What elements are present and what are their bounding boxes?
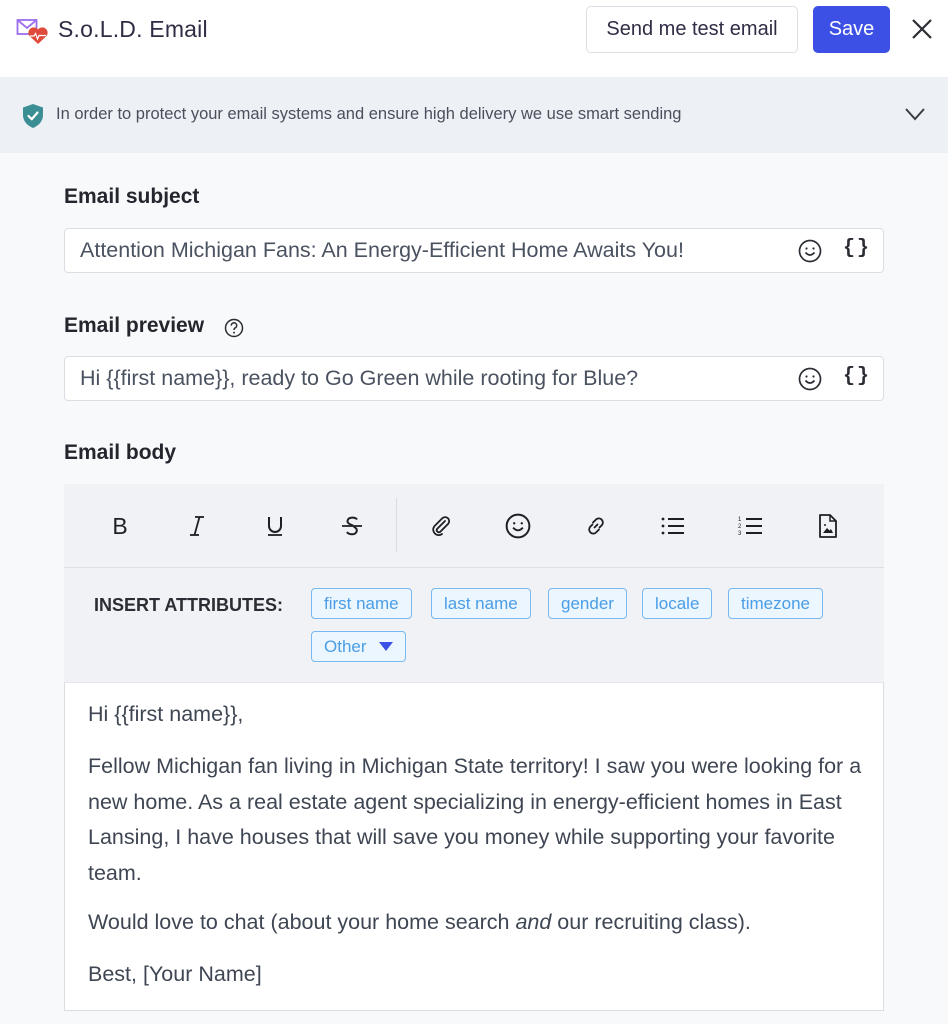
svg-text:1: 1	[738, 517, 742, 523]
body-greeting: Hi {{first name}},	[88, 702, 244, 726]
app-title: S.o.L.D. Email	[58, 16, 208, 42]
body-paragraph-2: Would love to chat (about your home sear…	[88, 905, 863, 941]
bulleted-list-button[interactable]	[659, 512, 687, 540]
image-file-icon	[819, 514, 837, 538]
strikethrough-icon	[342, 516, 362, 536]
body-paragraph-2-text-end: our recruiting class).	[551, 910, 751, 934]
email-body-editor[interactable]: Hi {{first name}}, Fellow Michigan fan l…	[64, 682, 884, 1011]
other-attributes-dropdown[interactable]: Other	[311, 631, 406, 662]
email-subject-label: Email subject	[64, 185, 200, 208]
numbered-list-icon: 123	[738, 517, 762, 537]
caret-down-icon	[378, 642, 393, 651]
header: S.o.L.D. Email Send me test email Save	[0, 0, 948, 77]
body-signoff: Best, [Your Name]	[88, 962, 262, 986]
attribute-chip-timezone[interactable]: timezone	[728, 588, 823, 619]
bold-button[interactable]: B	[106, 512, 134, 540]
smiley-icon	[505, 513, 531, 539]
save-button[interactable]: Save	[813, 6, 890, 53]
image-button[interactable]	[814, 512, 842, 540]
underline-icon	[268, 517, 282, 536]
attachment-button[interactable]	[427, 512, 455, 540]
body-paragraph-1: Fellow Michigan fan living in Michigan S…	[88, 754, 862, 885]
email-preview-field[interactable]: Hi {{first name}}, ready to Go Green whi…	[64, 356, 884, 401]
email-subject-field[interactable]: Attention Michigan Fans: An Energy-Effic…	[64, 228, 884, 273]
body-paragraph-2-italic: and	[515, 910, 552, 934]
editor-toolbar: B 123	[64, 484, 884, 568]
emoji-button[interactable]	[504, 512, 532, 540]
email-body-label: Email body	[64, 441, 177, 464]
email-subject-input[interactable]: Attention Michigan Fans: An Energy-Effic…	[80, 238, 684, 263]
insert-attributes-label: INSERT ATTRIBUTES:	[94, 595, 283, 615]
link-icon	[588, 517, 604, 535]
svg-text:2: 2	[738, 524, 742, 530]
insert-attributes-bar: INSERT ATTRIBUTES: first name last name …	[64, 568, 884, 682]
italic-button[interactable]	[183, 512, 211, 540]
smiley-icon[interactable]	[798, 367, 822, 391]
paperclip-icon	[432, 516, 451, 536]
chevron-down-icon[interactable]	[903, 105, 927, 123]
bold-icon: B	[112, 512, 128, 539]
insert-variable-button[interactable]: {}	[843, 365, 871, 388]
send-test-email-button[interactable]: Send me test email	[586, 6, 798, 53]
attribute-chip-gender[interactable]: gender	[548, 588, 627, 619]
link-button[interactable]	[582, 512, 610, 540]
close-icon[interactable]	[908, 14, 936, 44]
strikethrough-button[interactable]	[338, 512, 366, 540]
bulleted-list-icon	[661, 517, 684, 535]
attribute-chip-first-name[interactable]: first name	[311, 588, 412, 619]
attribute-chip-locale[interactable]: locale	[642, 588, 713, 619]
banner-text: In order to protect your email systems a…	[56, 105, 682, 123]
email-preview-label: Email preview	[64, 314, 205, 337]
smiley-icon[interactable]	[798, 239, 822, 263]
email-preview-input[interactable]: Hi {{first name}}, ready to Go Green whi…	[80, 366, 638, 391]
attribute-chip-last-name[interactable]: last name	[431, 588, 531, 619]
smart-sending-banner[interactable]: In order to protect your email systems a…	[0, 77, 948, 153]
svg-text:3: 3	[738, 531, 742, 537]
numbered-list-button[interactable]: 123	[737, 512, 765, 540]
body-paragraph-2-text: Would love to chat (about your home sear…	[88, 910, 516, 934]
question-circle-icon[interactable]	[224, 318, 244, 338]
underline-button[interactable]	[261, 512, 289, 540]
envelope-heart-icon	[16, 19, 48, 44]
toolbar-divider	[396, 498, 397, 552]
insert-variable-button[interactable]: {}	[843, 237, 871, 260]
other-dropdown-label: Other	[324, 637, 367, 656]
shield-check-icon	[23, 104, 43, 128]
italic-icon	[190, 516, 204, 536]
